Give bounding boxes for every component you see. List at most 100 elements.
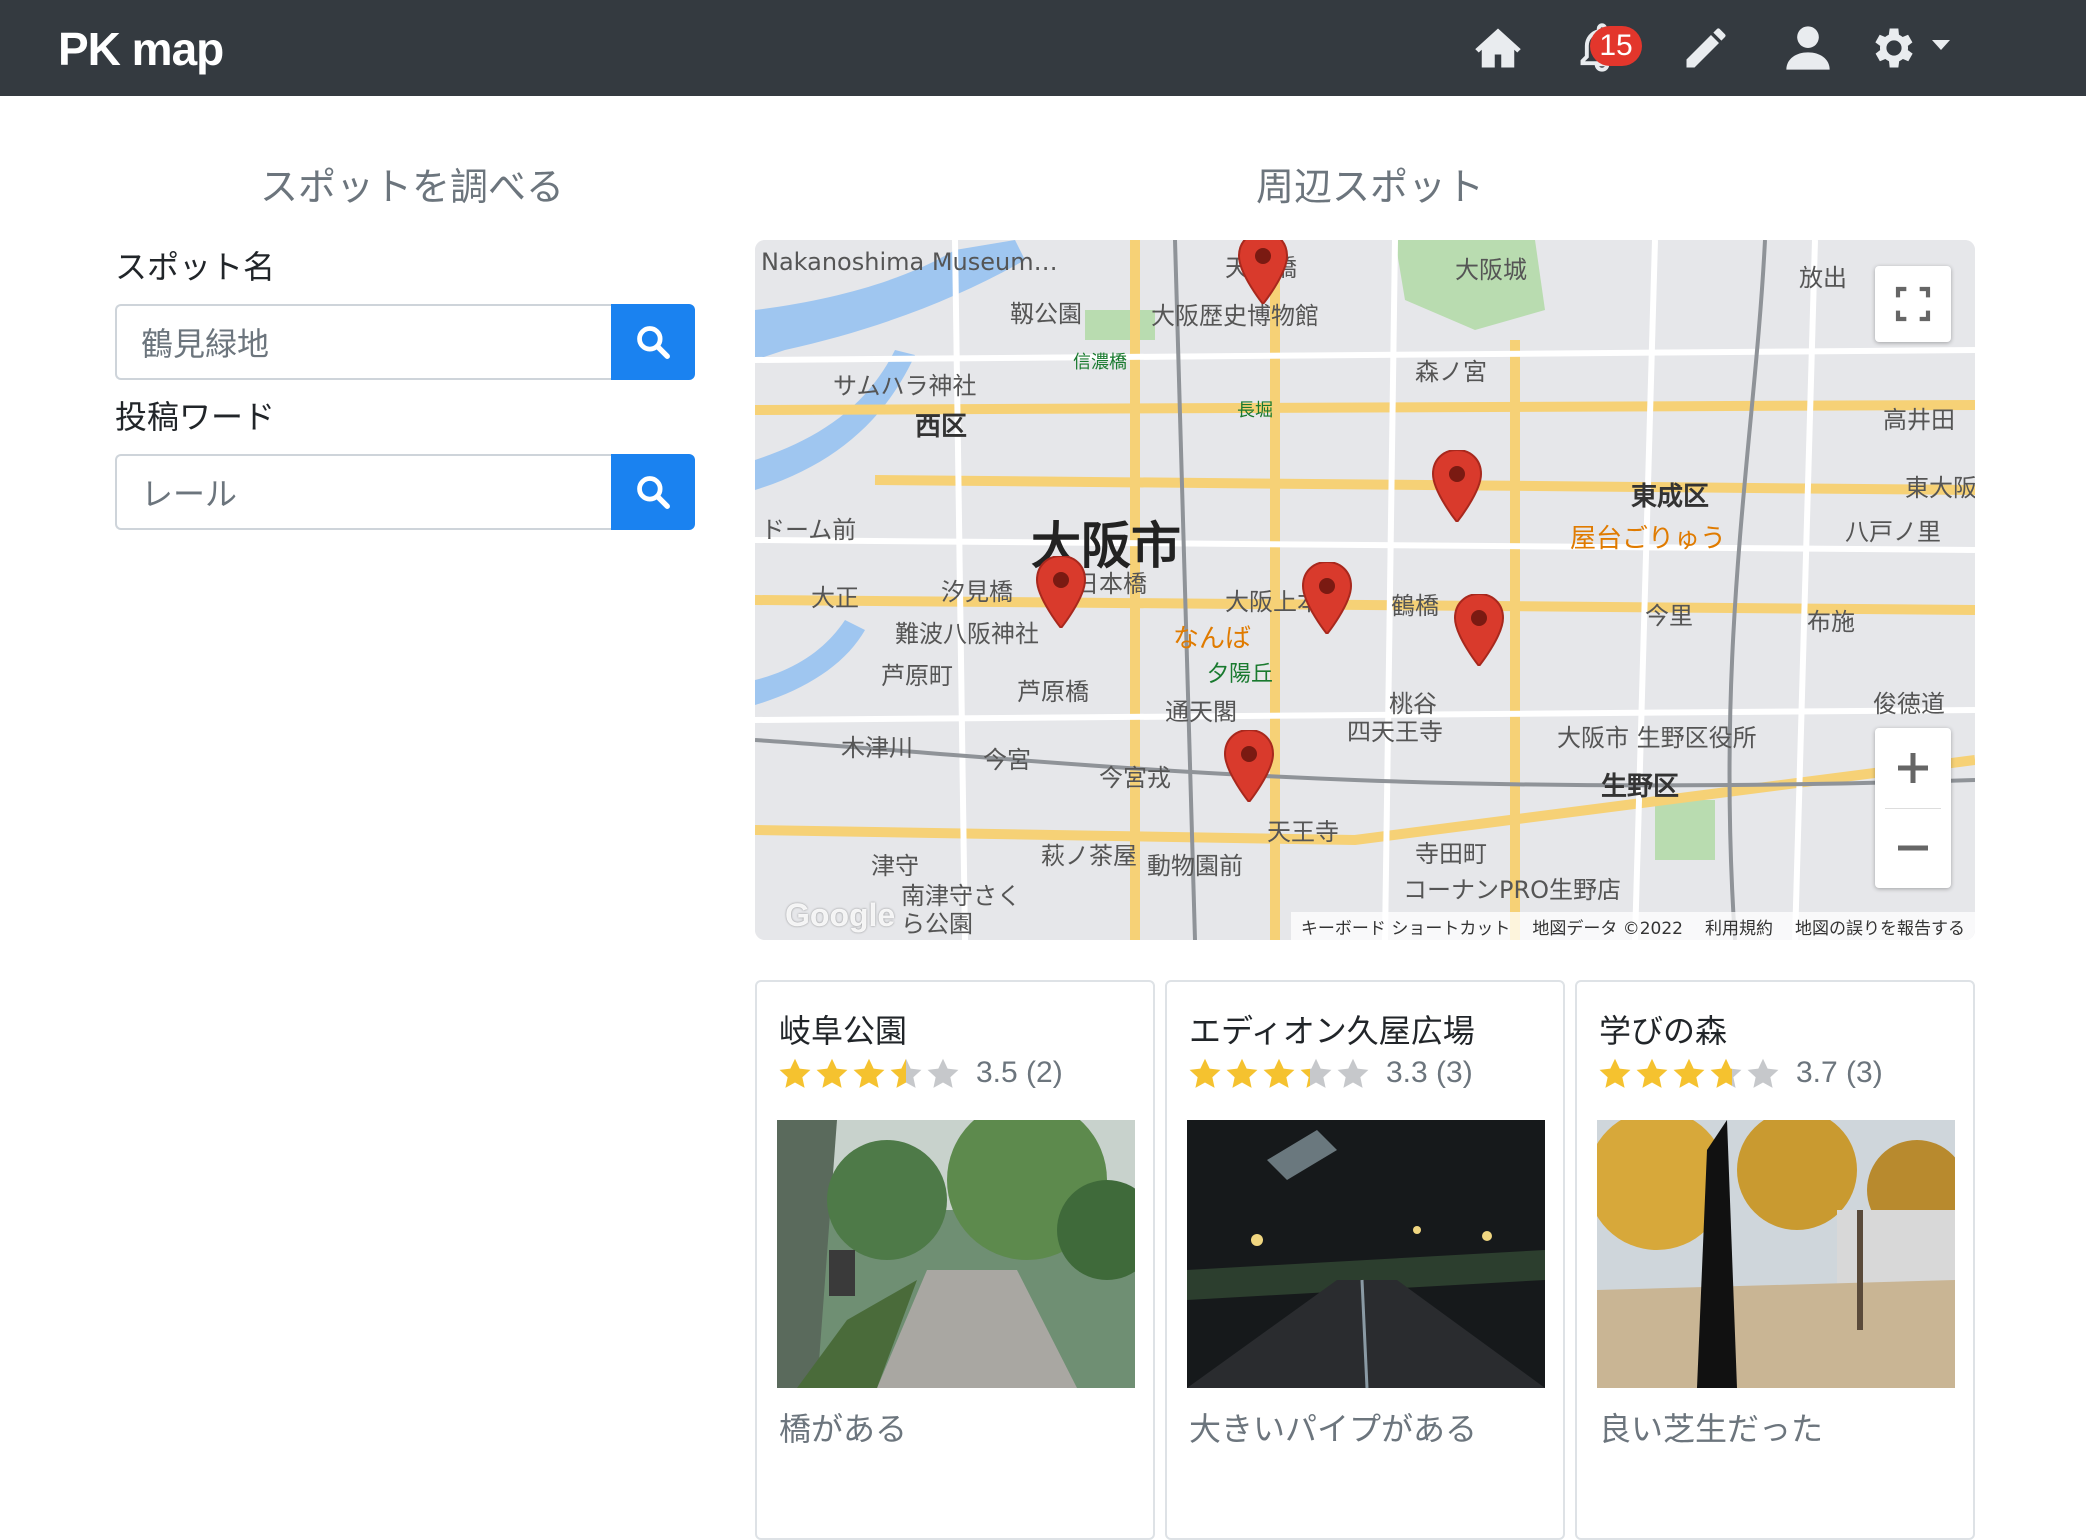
rating-score: 3.7 (3) [1796, 1056, 1883, 1089]
post-word-search: レール [115, 454, 695, 530]
spot-rating: 3.3 (3) [1187, 1056, 1473, 1090]
nearby-title: 周辺スポット [1256, 165, 1485, 209]
settings-dropdown-caret[interactable] [1932, 40, 1950, 50]
star-icon [1189, 1058, 1221, 1088]
map-label: コーナンPRO生野店 [1403, 876, 1622, 904]
star-icon [1636, 1058, 1668, 1088]
user-icon[interactable] [1780, 20, 1836, 76]
plus-icon [1898, 753, 1928, 783]
google-logo: Google [785, 897, 896, 933]
spot-title[interactable]: 学びの森 [1599, 1006, 1727, 1052]
star-icon [1747, 1058, 1779, 1088]
pencil-icon[interactable] [1678, 20, 1734, 76]
map-marker[interactable] [1237, 240, 1289, 304]
map-label: 靱公園 [1010, 300, 1082, 328]
map-label: サムハラ神社 [833, 372, 977, 400]
map-label: 夕陽丘 [1207, 662, 1274, 687]
star-icon [1599, 1058, 1631, 1088]
map-label: 寺田町 [1415, 840, 1487, 868]
map-label: 東成区 [1631, 482, 1710, 512]
map-label: 西区 [915, 412, 968, 442]
spot-name-label: スポット名 [115, 248, 276, 286]
report-error-link[interactable]: 地図の誤りを報告する [1795, 914, 1965, 939]
spot-comment: 大きいパイプがある [1189, 1410, 1478, 1448]
rating-score: 3.3 (3) [1386, 1056, 1473, 1089]
spot-card[interactable]: 学びの森 3.7 (3) 良い芝生だった [1575, 980, 1975, 1540]
star-icon [927, 1058, 959, 1088]
map-label: 大正 [811, 584, 859, 612]
map-marker[interactable] [1301, 562, 1353, 634]
map-label: 木津川 [841, 734, 913, 762]
map-data-credit: 地図データ ©2022 [1532, 918, 1683, 939]
map-label: 汐見橋 [941, 578, 1013, 606]
map-label: 通天閣 [1165, 698, 1237, 726]
spot-card[interactable]: エディオン久屋広場 3.3 (3) 大きいパイプがある [1165, 980, 1565, 1540]
map-label: 布施 [1807, 608, 1855, 636]
star-icon [816, 1058, 848, 1088]
map-label: 信濃橋 [1073, 352, 1127, 373]
spot-title[interactable]: エディオン久屋広場 [1189, 1006, 1475, 1052]
spot-photo[interactable] [1187, 1120, 1545, 1388]
spot-photo[interactable] [777, 1120, 1135, 1388]
spot-rating: 3.7 (3) [1597, 1056, 1883, 1090]
spot-photo[interactable] [1597, 1120, 1955, 1388]
zoom-out-button[interactable] [1875, 808, 1951, 888]
zoom-controls [1875, 728, 1951, 888]
map-label: 芦原町 [881, 662, 953, 690]
home-icon[interactable] [1470, 20, 1526, 76]
keyboard-shortcuts-link[interactable]: キーボード ショートカット [1301, 914, 1510, 939]
rating-stars [1597, 1056, 1782, 1090]
minus-icon [1898, 845, 1928, 851]
map-marker[interactable] [1035, 556, 1087, 628]
map-label: 今宮戎 [1099, 764, 1171, 792]
spot-title[interactable]: 岐阜公園 [779, 1006, 907, 1052]
map[interactable]: Nakanoshima Museum… 天満橋 大阪城 放出 靱公園 大阪歴史博… [755, 240, 1975, 940]
search-panel-title: スポットを調べる [260, 165, 565, 209]
star-icon [853, 1058, 885, 1088]
map-label: 難波八阪神社 [895, 620, 1039, 648]
notification-badge[interactable]: 15 [1590, 26, 1642, 66]
post-word-search-button[interactable] [611, 454, 695, 530]
map-label: 生野区 [1601, 772, 1680, 802]
spot-search-button[interactable] [611, 304, 695, 380]
map-label: ドーム前 [761, 516, 857, 544]
spot-card[interactable]: 岐阜公園 3.5 (2) 橋がある [755, 980, 1155, 1540]
post-word-label: 投稿ワード [115, 398, 276, 436]
spot-comment: 良い芝生だった [1599, 1410, 1824, 1448]
map-label: 東大阪 [1905, 474, 1975, 502]
map-base [755, 240, 1975, 940]
search-icon [637, 326, 670, 359]
brand-logo[interactable]: PK map [58, 22, 224, 76]
map-label: 俊徳道 [1873, 690, 1945, 718]
star-icon [1337, 1058, 1369, 1088]
map-label: 今里 [1645, 602, 1693, 630]
star-icon [1263, 1058, 1295, 1088]
map-label: 八戸ノ里 [1845, 518, 1941, 546]
map-label: 南津守さくら公園 [901, 882, 1021, 938]
star-icon [779, 1058, 811, 1088]
map-label: 屋台ごりゅう [1570, 524, 1727, 554]
map-marker[interactable] [1431, 450, 1483, 522]
rating-stars [1187, 1056, 1372, 1090]
map-marker[interactable] [1223, 730, 1275, 802]
spot-comment: 橋がある [779, 1410, 908, 1448]
spot-name-search: 鶴見緑地 [115, 304, 695, 380]
map-marker[interactable] [1453, 594, 1505, 666]
map-label: 今宮 [983, 746, 1031, 774]
spot-name-input[interactable]: 鶴見緑地 [115, 304, 611, 380]
star-icon [1673, 1058, 1705, 1088]
map-label: なんば [1173, 624, 1252, 654]
rating-stars [777, 1056, 962, 1090]
post-word-input[interactable]: レール [115, 454, 611, 530]
star-icon [1226, 1058, 1258, 1088]
map-label: 大阪城 [1455, 256, 1527, 284]
map-label: 大阪歴史博物館 [1151, 302, 1319, 330]
star-icon [890, 1058, 922, 1088]
zoom-in-button[interactable] [1875, 728, 1951, 808]
terms-link[interactable]: 利用規約 [1705, 914, 1773, 939]
map-label: 高井田 [1883, 406, 1955, 434]
map-label: 津守 [871, 852, 919, 880]
fullscreen-button[interactable] [1875, 266, 1951, 342]
spot-rating: 3.5 (2) [777, 1056, 1063, 1090]
gear-icon[interactable] [1866, 20, 1922, 76]
